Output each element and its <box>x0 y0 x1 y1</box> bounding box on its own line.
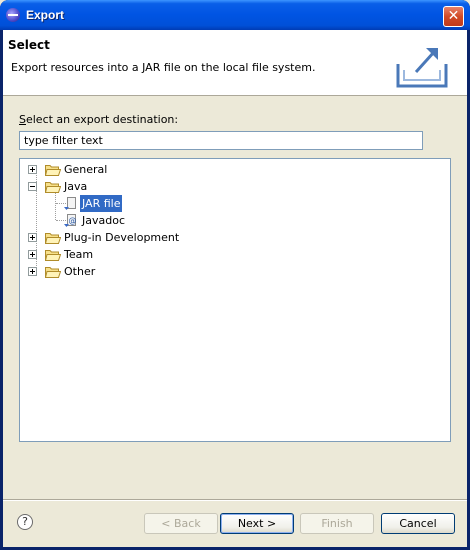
tree-item-jar-file[interactable]: JAR file <box>64 195 184 212</box>
destination-label: Select an export destination: <box>19 113 178 126</box>
destination-tree[interactable]: General Java JAR file @ Javadoc Plug-in … <box>19 158 451 442</box>
tree-item-label: General <box>64 163 108 176</box>
tree-item-javadoc[interactable]: @ Javadoc <box>64 212 184 229</box>
eclipse-icon <box>6 8 20 22</box>
tree-line <box>55 192 56 220</box>
next-button[interactable]: Next > <box>220 513 294 534</box>
next-button-label: Next > <box>237 517 277 530</box>
tree-item-label: Plug-in Development <box>64 231 180 244</box>
collapse-icon[interactable] <box>28 182 37 191</box>
title-bar[interactable]: Export ✕ <box>0 0 470 30</box>
close-icon: ✕ <box>447 8 460 24</box>
page-description: Export resources into a JAR file on the … <box>11 61 316 74</box>
folder-icon <box>45 267 61 278</box>
expand-icon[interactable] <box>28 233 37 242</box>
tree-item-other[interactable]: Other <box>28 263 228 280</box>
mnemonic-letter: S <box>19 113 26 126</box>
svg-text:@: @ <box>69 216 77 225</box>
export-dialog: Export ✕ Select Export resources into a … <box>0 0 470 550</box>
tree-item-general[interactable]: General <box>28 161 228 178</box>
help-icon[interactable]: ? <box>17 514 33 530</box>
cancel-button-label: Cancel <box>399 517 437 530</box>
tree-item-label: Team <box>64 248 94 261</box>
footer-divider <box>3 499 467 501</box>
tree-item-label: Java <box>64 180 88 193</box>
expand-icon[interactable] <box>28 267 37 276</box>
tree-item-label: Javadoc <box>82 214 125 227</box>
expand-icon[interactable] <box>28 250 37 259</box>
expand-icon[interactable] <box>28 165 37 174</box>
tree-item-team[interactable]: Team <box>28 246 228 263</box>
filter-input[interactable] <box>19 131 423 150</box>
finish-button[interactable]: Finish <box>300 513 374 534</box>
back-button-label: < Back <box>161 517 201 530</box>
tree-item-label: Other <box>64 265 96 278</box>
tree-item-label: JAR file <box>80 195 123 212</box>
window-title: Export <box>26 8 65 22</box>
folder-open-icon <box>45 182 61 193</box>
cancel-button[interactable]: Cancel <box>381 513 455 534</box>
folder-icon <box>45 165 61 176</box>
page-title: Select <box>8 38 50 52</box>
tree-item-plugin-development[interactable]: Plug-in Development <box>28 229 268 246</box>
tree-item-java[interactable]: Java <box>28 178 228 195</box>
finish-button-label: Finish <box>321 517 353 530</box>
dialog-body: Select Export resources into a JAR file … <box>3 30 467 547</box>
export-wizard-icon <box>396 48 448 88</box>
destination-label-text: elect an export destination: <box>25 113 179 126</box>
folder-icon <box>45 233 61 244</box>
close-button[interactable]: ✕ <box>443 6 464 27</box>
wizard-header: Select Export resources into a JAR file … <box>3 30 467 96</box>
back-button[interactable]: < Back <box>144 513 218 534</box>
javadoc-icon: @ <box>64 214 77 227</box>
folder-icon <box>45 250 61 261</box>
jar-file-icon <box>64 197 76 210</box>
